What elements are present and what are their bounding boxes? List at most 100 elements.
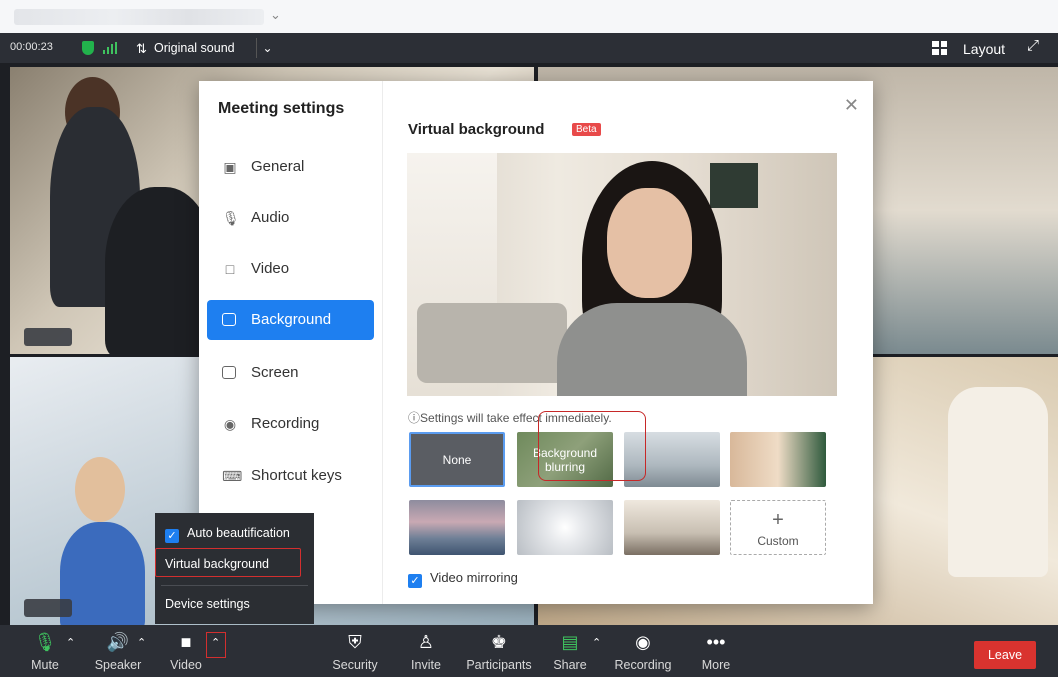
thumb-label: None xyxy=(442,452,472,467)
background-settings-panel: ✕ Virtual background Beta ⓘSettings will… xyxy=(384,81,873,604)
mute-button[interactable]: 🎙 Mute xyxy=(22,625,68,677)
nav-item-label: Audio xyxy=(251,209,290,226)
layout-grid-icon[interactable] xyxy=(932,41,947,55)
background-none-option[interactable]: None xyxy=(409,432,505,487)
nav-item-label: Video xyxy=(251,260,290,277)
video-mirroring-checkbox[interactable]: ✓ Video mirroring xyxy=(408,570,518,588)
background-image-option[interactable] xyxy=(517,500,613,555)
nav-item-label: Screen xyxy=(251,364,299,381)
nav-item-recording[interactable]: ◉ Recording xyxy=(207,404,374,444)
recording-label: Recording xyxy=(614,658,672,672)
encryption-shield-icon[interactable] xyxy=(82,41,94,55)
participants-icon: ♚ xyxy=(490,632,508,652)
meeting-timer: 00:00:23 xyxy=(10,41,53,53)
custom-background-button[interactable]: + Custom xyxy=(730,500,826,555)
participant-video xyxy=(75,457,125,522)
window-title-bar: ⌄ xyxy=(0,0,1058,33)
record-icon: ◉ xyxy=(635,632,651,652)
nav-item-label: Shortcut keys xyxy=(251,467,342,484)
participants-button[interactable]: ♚ Participants xyxy=(462,625,536,677)
video-mirroring-label: Video mirroring xyxy=(430,570,518,585)
chevron-up-icon[interactable]: ⌃ xyxy=(592,636,601,649)
settings-title: Meeting settings xyxy=(218,100,345,117)
nav-item-audio[interactable]: 🎙 Audio xyxy=(207,198,374,238)
info-icon: ⓘ xyxy=(408,411,421,425)
meeting-top-bar: 00:00:23 ⇅ Original sound ⌄ Layout ⤢ xyxy=(0,33,1058,63)
nav-item-screen[interactable]: Screen xyxy=(207,353,374,393)
original-sound-label[interactable]: Original sound xyxy=(154,41,235,55)
nav-item-label: Recording xyxy=(251,415,320,432)
invite-button[interactable]: ♙ Invite xyxy=(406,625,446,677)
checkbox-checked-icon[interactable]: ✓ xyxy=(165,529,179,543)
virtual-background-title: Virtual background xyxy=(408,121,545,138)
custom-highlight-box xyxy=(538,411,646,481)
menu-item-auto-beautification[interactable]: ✓ Auto beautification xyxy=(165,526,290,543)
nav-item-general[interactable]: ▣ General xyxy=(207,147,374,187)
share-label: Share xyxy=(553,658,587,672)
chevron-down-icon[interactable]: ⌄ xyxy=(270,7,281,23)
share-screen-icon: ▤ xyxy=(561,632,579,652)
preview-sofa xyxy=(417,303,567,383)
chevron-up-icon[interactable]: ⌃ xyxy=(137,636,146,649)
preview-person-face xyxy=(607,188,692,298)
more-dots-icon: ••• xyxy=(706,632,726,652)
security-label: Security xyxy=(332,658,378,672)
leave-button[interactable]: Leave xyxy=(974,641,1036,669)
nav-item-label: General xyxy=(251,158,305,175)
screen-icon xyxy=(222,366,236,379)
camera-icon: ■ xyxy=(180,632,192,652)
background-image-option[interactable] xyxy=(730,432,826,487)
speaker-button[interactable]: 🔊 Speaker xyxy=(90,625,146,677)
layout-button[interactable]: Layout xyxy=(963,41,1005,57)
menu-item-device-settings[interactable]: Device settings xyxy=(165,597,250,611)
settings-icon: ▣ xyxy=(223,159,237,175)
speaker-label: Speaker xyxy=(94,658,142,672)
name-tag xyxy=(24,328,72,346)
share-button[interactable]: ▤ Share xyxy=(550,625,590,677)
security-button[interactable]: ⛨ Security xyxy=(330,625,380,677)
more-button[interactable]: ••• More xyxy=(696,625,736,677)
nav-item-shortcut-keys[interactable]: ⌨ Shortcut keys xyxy=(207,456,374,496)
menu-item-label: Auto beautification xyxy=(187,526,290,540)
meeting-toolbar: 🎙 Mute ⌃ 🔊 Speaker ⌃ ■ Video ⌃ ⛨ Securit… xyxy=(0,625,1058,677)
record-icon: ◉ xyxy=(223,416,237,432)
sound-wave-icon: ⇅ xyxy=(136,41,147,56)
nav-item-video[interactable]: □ Video xyxy=(207,249,374,289)
custom-label: Custom xyxy=(757,534,799,548)
name-tag xyxy=(24,599,72,617)
nav-item-background[interactable]: Background xyxy=(207,300,374,340)
checkbox-checked-icon[interactable]: ✓ xyxy=(408,574,422,588)
fullscreen-expand-icon[interactable]: ⤢ xyxy=(1027,37,1039,54)
shield-icon: ⛨ xyxy=(348,632,362,652)
participant-video xyxy=(60,522,145,625)
background-chair xyxy=(948,387,1048,577)
chevron-down-icon[interactable]: ⌄ xyxy=(256,38,278,58)
mute-label: Mute xyxy=(31,658,59,672)
invite-person-icon: ♙ xyxy=(417,632,435,652)
camera-icon: □ xyxy=(225,261,235,277)
network-signal-icon[interactable] xyxy=(103,42,117,54)
plus-icon: + xyxy=(772,509,784,531)
microphone-icon: 🎙 xyxy=(33,632,57,652)
preview-person-body xyxy=(557,303,747,396)
close-icon[interactable]: ✕ xyxy=(844,95,859,116)
recording-button[interactable]: ◉ Recording xyxy=(612,625,674,677)
virtual-background-highlight-box xyxy=(155,548,301,577)
background-image-option[interactable] xyxy=(624,500,720,555)
camera-preview xyxy=(407,153,837,396)
chevron-up-icon[interactable]: ⌃ xyxy=(66,636,75,649)
background-image-option[interactable] xyxy=(409,500,505,555)
invite-label: Invite xyxy=(411,658,441,672)
participants-label: Participants xyxy=(466,658,532,672)
video-label: Video xyxy=(170,658,202,672)
microphone-icon: 🎙 xyxy=(222,210,240,226)
nav-item-label: Background xyxy=(251,311,332,328)
more-label: More xyxy=(701,658,731,672)
keyboard-icon: ⌨ xyxy=(222,468,243,484)
beta-badge: Beta xyxy=(572,123,601,136)
background-icon xyxy=(222,313,236,326)
video-button[interactable]: ■ Video xyxy=(166,625,206,677)
preview-wall-art xyxy=(710,163,758,208)
blurred-window-title xyxy=(14,9,264,25)
menu-divider xyxy=(161,585,308,586)
